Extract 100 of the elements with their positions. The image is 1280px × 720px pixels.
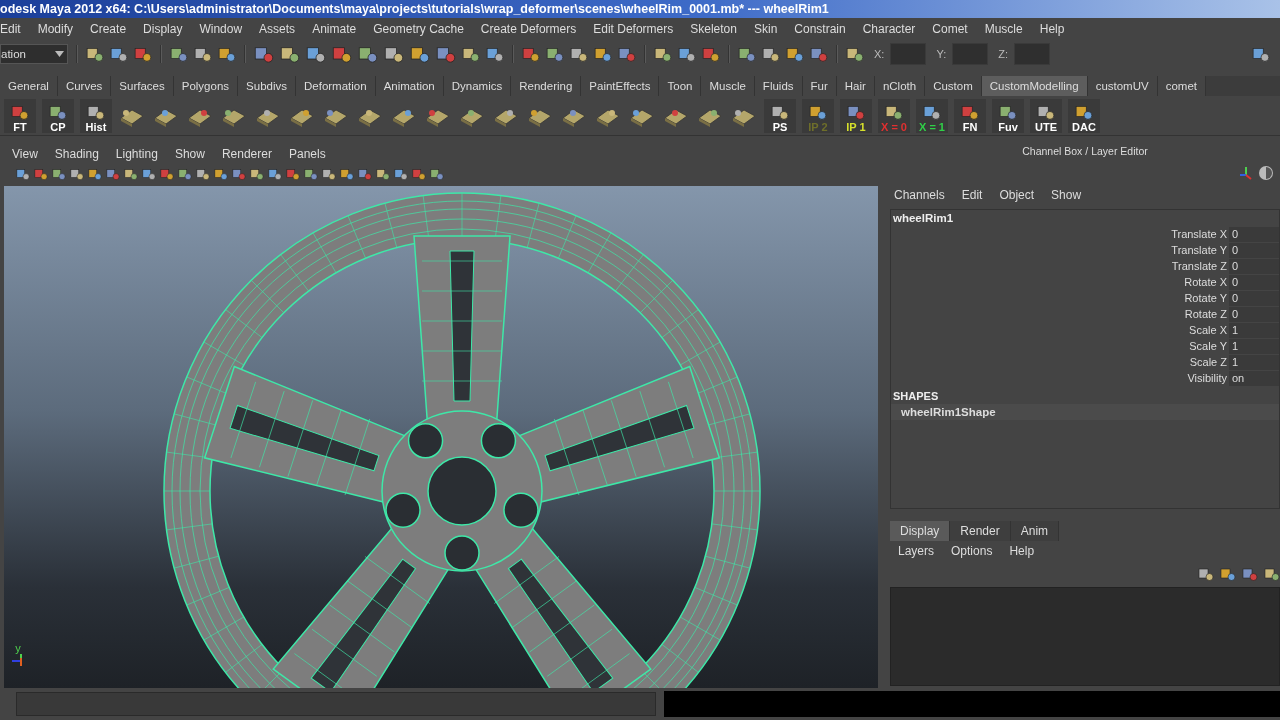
shelf-button[interactable]: FT [4, 98, 36, 133]
menu-item[interactable]: Constrain [794, 22, 855, 36]
channel-value[interactable]: 0 [1229, 306, 1279, 322]
shelf-tab[interactable]: customUV [1087, 76, 1158, 96]
tool-icon[interactable] [594, 45, 612, 63]
tool-icon[interactable] [268, 167, 282, 182]
tool-icon[interactable] [280, 44, 300, 64]
panel-menu-item[interactable]: Show [174, 147, 214, 162]
channel-value[interactable]: 1 [1229, 322, 1279, 338]
tool-icon[interactable] [34, 167, 48, 182]
shelf-button[interactable]: Fuv [992, 98, 1024, 133]
tool-icon[interactable] [194, 45, 212, 63]
tool-icon[interactable] [88, 167, 102, 182]
tool-icon[interactable] [124, 167, 138, 182]
shelf-tab[interactable]: CustomModelling [981, 76, 1088, 96]
shelf-button[interactable]: PS [764, 98, 796, 133]
panel-menu-item[interactable]: Renderer [221, 147, 281, 162]
channel-name[interactable]: Scale Z [1189, 356, 1227, 368]
channel-name[interactable]: Translate X [1171, 228, 1227, 240]
tool-icon[interactable] [250, 167, 264, 182]
layer-tool-icon[interactable] [1264, 566, 1280, 582]
tool-icon[interactable] [304, 167, 318, 182]
viewport[interactable]: y [4, 185, 878, 688]
tool-icon[interactable] [436, 44, 456, 64]
tool-icon[interactable] [70, 167, 84, 182]
tool-icon[interactable] [286, 167, 300, 182]
channel-name[interactable]: Scale X [1189, 324, 1227, 336]
channel-name[interactable]: Translate Z [1171, 260, 1227, 272]
shelf-button[interactable]: DAC [1068, 98, 1100, 133]
shelf-button[interactable]: CP [42, 98, 74, 133]
tool-icon[interactable] [16, 167, 30, 182]
tool-icon[interactable] [678, 45, 696, 63]
object-name[interactable]: wheelRim1 [891, 210, 1279, 226]
layer-tab[interactable]: Display [890, 521, 951, 541]
shelf-tab[interactable]: Hair [836, 76, 875, 96]
shelf-tab[interactable]: Fur [802, 76, 837, 96]
panel-menu-item[interactable]: Shading [54, 147, 108, 162]
shelf-tab[interactable]: Surfaces [111, 76, 174, 96]
menu-item[interactable]: Animate [312, 22, 366, 36]
channel-name[interactable]: Translate Y [1171, 244, 1227, 256]
menu-item[interactable]: Create Deformers [480, 22, 586, 36]
layer-tool-icon[interactable] [1198, 566, 1214, 582]
axis-icon[interactable] [1238, 165, 1254, 181]
tool-icon[interactable] [254, 44, 274, 64]
tool-icon[interactable] [810, 45, 828, 63]
tool-icon[interactable] [522, 45, 540, 63]
tool-icon[interactable] [702, 45, 720, 63]
shelf-tab[interactable]: Polygons [173, 76, 239, 96]
shape-name[interactable]: wheelRim1Shape [891, 404, 1279, 420]
shelf-tab[interactable]: comet [1157, 76, 1206, 96]
menu-item[interactable]: Muscle [984, 22, 1032, 36]
tool-icon[interactable] [170, 45, 188, 63]
menu-item[interactable]: Layers [898, 544, 944, 558]
panel-menu-item[interactable]: Panels [288, 147, 335, 162]
channel-value[interactable]: 0 [1229, 226, 1279, 242]
shelf-tab[interactable]: Deformation [296, 76, 376, 96]
tool-icon[interactable] [232, 167, 246, 182]
shelf-button[interactable]: UTE [1030, 98, 1062, 133]
tool-icon[interactable] [214, 167, 228, 182]
menu-item[interactable]: Channels [894, 188, 954, 202]
tool-icon[interactable] [384, 44, 404, 64]
shelf-tab[interactable]: Muscle [701, 76, 755, 96]
shelf-button[interactable]: FN [954, 98, 986, 133]
tool-icon[interactable] [654, 45, 672, 63]
menu-item[interactable]: Character [862, 22, 925, 36]
shelf-button[interactable]: X = 1 [916, 98, 948, 133]
shelf-tab[interactable]: PaintEffects [581, 76, 660, 96]
menu-item[interactable]: Edit Deformers [593, 22, 683, 36]
shelf-tab[interactable]: Curves [57, 76, 112, 96]
layer-tool-icon[interactable] [1242, 566, 1258, 582]
tool-icon[interactable] [618, 45, 636, 63]
shelf-tab[interactable]: nCloth [874, 76, 926, 96]
tool-icon[interactable] [332, 44, 352, 64]
tool-icon[interactable] [486, 45, 504, 63]
shelf-tab[interactable]: Subdivs [238, 76, 296, 96]
menu-item[interactable]: Help [1039, 22, 1074, 36]
menu-item[interactable]: Skeleton [690, 22, 746, 36]
menu-item[interactable]: Edit [961, 188, 992, 202]
tool-icon[interactable] [358, 167, 372, 182]
tool-icon[interactable] [462, 45, 480, 63]
channel-name[interactable]: Rotate Y [1184, 292, 1227, 304]
tool-icon[interactable] [394, 167, 408, 182]
shelf-tab[interactable]: Dynamics [443, 76, 512, 96]
shelf-tab[interactable]: Fluids [754, 76, 803, 96]
tool-icon[interactable] [134, 45, 152, 63]
tool-icon[interactable] [142, 167, 156, 182]
tool-icon[interactable] [358, 44, 378, 64]
menu-item[interactable]: Create [90, 22, 136, 36]
menu-item[interactable]: Help [1009, 544, 1044, 558]
menu-item[interactable]: Comet [932, 22, 977, 36]
channel-value[interactable]: 0 [1229, 274, 1279, 290]
tool-icon[interactable] [410, 44, 430, 64]
tool-icon[interactable] [786, 45, 804, 63]
tool-icon[interactable] [306, 44, 326, 64]
menu-item[interactable]: Show [1051, 188, 1091, 202]
tool-icon[interactable] [412, 167, 426, 182]
shelf-tab[interactable]: Custom [925, 76, 982, 96]
tool-icon[interactable] [430, 167, 444, 182]
tool-icon[interactable] [178, 167, 192, 182]
tool-icon[interactable] [846, 45, 864, 63]
